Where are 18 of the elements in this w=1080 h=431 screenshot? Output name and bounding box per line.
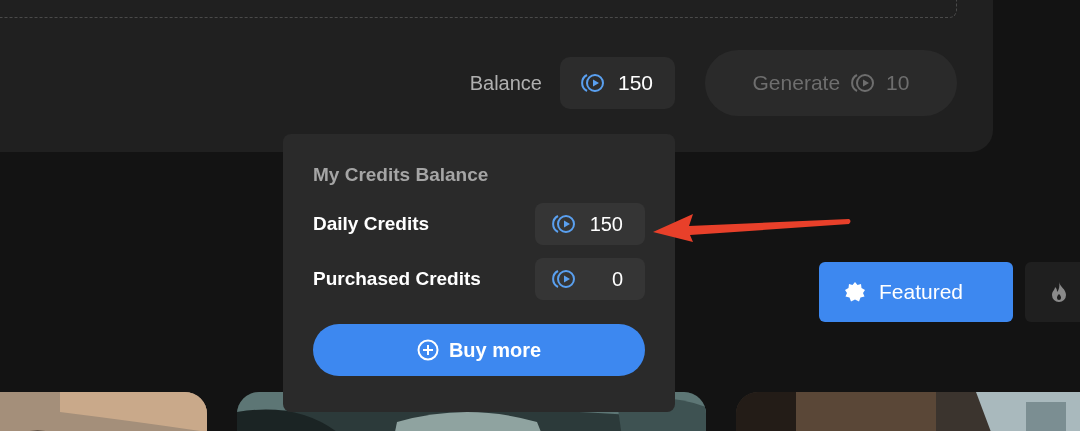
buy-more-button[interactable]: Buy more xyxy=(313,324,645,376)
credits-label: Purchased Credits xyxy=(313,268,481,290)
credits-label: Daily Credits xyxy=(313,213,430,235)
credit-icon xyxy=(551,268,577,290)
filter-tab[interactable] xyxy=(1025,262,1080,322)
credit-icon xyxy=(850,72,877,94)
badge-icon xyxy=(845,282,865,302)
prompt-field[interactable] xyxy=(0,0,957,18)
balance-chip[interactable]: 150 xyxy=(559,57,675,109)
credit-icon xyxy=(579,72,606,94)
balance-label: Balance xyxy=(469,71,542,95)
credits-chip: 0 xyxy=(535,258,645,300)
filter-tab[interactable]: Featured xyxy=(819,262,1013,322)
fire-icon xyxy=(1051,282,1067,302)
popover-title: My Credits Balance xyxy=(313,164,490,186)
credit-icon xyxy=(551,213,577,235)
credits-chip: 150 xyxy=(535,203,645,245)
plus-circle-icon xyxy=(416,339,439,361)
